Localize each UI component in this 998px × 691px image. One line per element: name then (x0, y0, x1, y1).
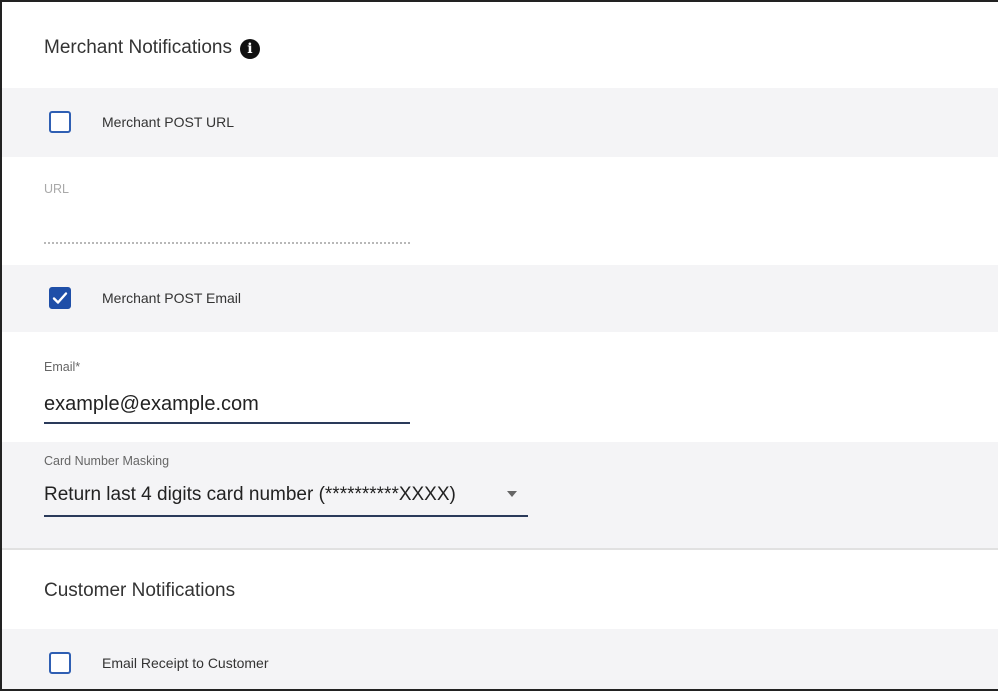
email-input[interactable]: example@example.com (44, 393, 259, 416)
merchant-post-email-label[interactable]: Merchant POST Email (102, 290, 241, 306)
notifications-panel: Merchant Notifications i Merchant POST U… (0, 0, 998, 691)
email-receipt-label[interactable]: Email Receipt to Customer (102, 655, 269, 671)
info-icon[interactable]: i (239, 38, 260, 59)
url-field-label: URL (44, 182, 70, 196)
section-divider (2, 548, 998, 550)
email-input-underline (44, 422, 410, 424)
customer-notifications-title: Customer Notifications (44, 580, 236, 601)
url-input[interactable] (44, 242, 410, 244)
checkmark-icon (52, 292, 68, 304)
card-masking-select[interactable]: Return last 4 digits card number (******… (44, 484, 499, 506)
email-field-label: Email* (44, 360, 81, 374)
card-masking-label: Card Number Masking (44, 454, 170, 468)
card-masking-underline (44, 515, 528, 517)
chevron-down-icon[interactable] (507, 491, 517, 497)
customer-notifications-heading: Customer Notifications (44, 580, 235, 602)
email-receipt-checkbox[interactable] (49, 652, 71, 674)
merchant-post-url-label[interactable]: Merchant POST URL (102, 114, 234, 130)
merchant-notifications-heading: Merchant Notifications i (44, 37, 260, 59)
merchant-notifications-title: Merchant Notifications (44, 37, 232, 58)
merchant-post-url-checkbox[interactable] (49, 111, 71, 133)
merchant-post-email-checkbox[interactable] (49, 287, 71, 309)
